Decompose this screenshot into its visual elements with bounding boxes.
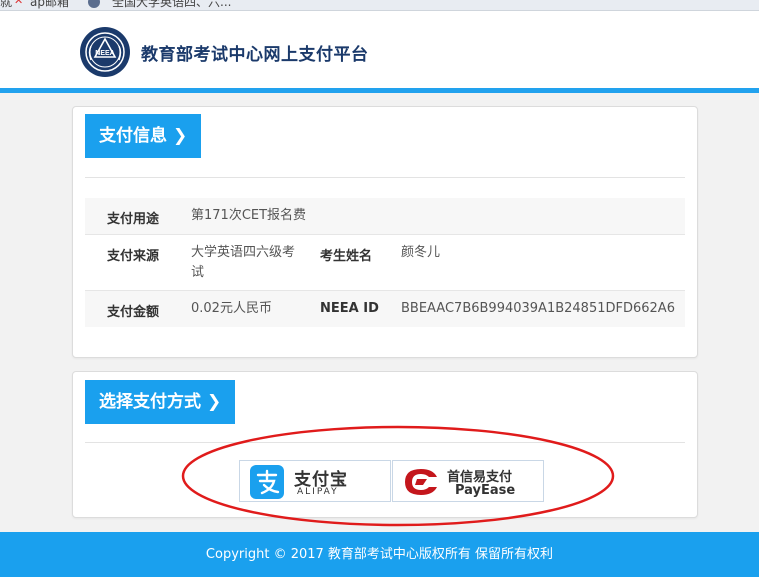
logo-text: NEEA [95,50,114,57]
bookmark-fragment[interactable]: 就 [0,0,12,10]
table-row: 支付来源 大学英语四六级考试 考生姓名 颜冬儿 [85,234,685,290]
bookmark-red-icon: ✕ [14,0,24,7]
payment-method-section-button[interactable]: 选择支付方式 ❯ [85,380,236,424]
browser-bookmarks-bar: 就 ✕ ap邮箱 全国大学英语四、六... [0,0,759,11]
payment-info-section-label: 支付信息 [99,126,167,146]
row-value-source: 大学英语四六级考试 [191,245,296,280]
table-row: 支付金额 0.02元人民币 NEEA ID BBEAAC7B6B994039A1… [85,290,685,327]
bookmark-emblem-icon [88,0,100,8]
bookmark-cet[interactable]: 全国大学英语四、六... [112,0,231,10]
footer-copyright: Copyright © 2017 教育部考试中心版权所有 保留所有权利 [205,547,554,562]
payment-info-section-button[interactable]: 支付信息 ❯ [85,114,202,158]
site-footer: Copyright © 2017 教育部考试中心版权所有 保留所有权利 [0,532,759,577]
chevron-right-icon: ❯ [173,126,188,146]
section-divider [85,177,685,178]
row-label-purpose: 支付用途 [107,212,160,227]
row-label-source: 支付来源 [107,249,160,264]
row-value-candidate-name: 颜冬儿 [401,245,441,260]
row-label-neea-id: NEEA ID [320,301,379,316]
red-annotation-ellipse [181,425,615,527]
header-accent-line [0,88,759,93]
site-title: 教育部考试中心网上支付平台 [141,45,369,65]
row-label-candidate-name: 考生姓名 [320,249,373,264]
row-value-neea-id: BBEAAC7B6B994039A1B24851DFD662A6 [401,301,675,316]
neea-logo-icon: NEEA [80,27,130,77]
payment-method-section-label: 选择支付方式 [99,392,201,412]
table-row: 支付用途 第171次CET报名费 [85,198,685,234]
row-value-amount: 0.02元人民币 [191,301,272,316]
chevron-right-icon: ❯ [207,392,222,412]
row-value-purpose: 第171次CET报名费 [191,208,307,223]
bookmark-ap-mail[interactable]: ap邮箱 [30,0,69,10]
row-label-amount: 支付金额 [107,305,160,320]
